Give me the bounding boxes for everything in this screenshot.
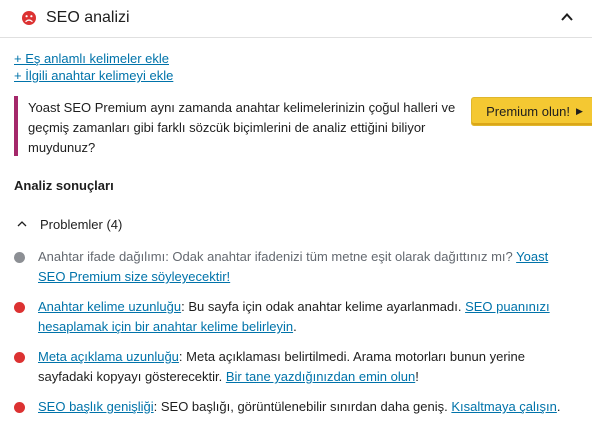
chevron-up-icon[interactable]	[560, 10, 574, 24]
status-dot	[14, 402, 25, 413]
result-link[interactable]: Kısaltmaya çalışın	[451, 399, 557, 414]
problems-label: Problemler (4)	[40, 216, 123, 232]
status-dot	[14, 302, 25, 313]
result-link[interactable]: Bir tane yazdığınızdan emin olun	[226, 369, 415, 384]
chevron-up-icon	[17, 221, 27, 227]
result-text: : SEO başlığı, görüntülenebilir sınırdan…	[153, 399, 452, 414]
result-item: Anahtar kelime uzunluğu: Bu sayfa için o…	[14, 297, 574, 337]
analysis-results-title: Analiz sonuçları	[14, 178, 114, 193]
get-premium-button[interactable]: Premium olun! ▶	[471, 97, 592, 126]
status-dot	[14, 352, 25, 363]
result-text: : Bu sayfa için odak anahtar kelime ayar…	[181, 299, 466, 314]
caret-right-icon: ▶	[575, 106, 583, 116]
panel-header[interactable]: SEO analizi	[0, 0, 592, 38]
status-dot	[14, 252, 25, 263]
keyword-links: + Eş anlamlı kelimeler ekle + İlgili ana…	[14, 50, 173, 84]
seo-analysis-panel: SEO analizi + Eş anlamlı kelimeler ekle …	[0, 0, 592, 420]
upsell-text: Yoast SEO Premium aynı zamanda anahtar k…	[28, 100, 456, 155]
result-title-link[interactable]: Anahtar kelime uzunluğu	[38, 299, 181, 314]
result-text-end: .	[293, 319, 297, 334]
sad-face-icon	[22, 11, 36, 25]
problems-toggle[interactable]: Problemler (4)	[14, 215, 122, 233]
result-item: Anahtar ifade dağılımı: Odak anahtar ifa…	[14, 247, 574, 287]
result-item: Meta açıklama uzunluğu: Meta açıklaması …	[14, 347, 574, 387]
panel-title: SEO analizi	[46, 9, 130, 26]
result-title-link[interactable]: SEO başlık genişliği	[38, 399, 154, 414]
result-text-end: !	[415, 369, 419, 384]
add-related-keyphrase-link[interactable]: + İlgili anahtar kelimeyi ekle	[14, 67, 173, 84]
result-item: SEO başlık genişliği: SEO başlığı, görün…	[14, 397, 574, 417]
add-synonyms-link[interactable]: + Eş anlamlı kelimeler ekle	[14, 50, 173, 67]
result-title-link[interactable]: Meta açıklama uzunluğu	[38, 349, 179, 364]
premium-upsell: Yoast SEO Premium aynı zamanda anahtar k…	[14, 96, 592, 156]
result-text-end: .	[556, 399, 561, 414]
result-text: Anahtar ifade dağılımı: Odak anahtar ifa…	[38, 249, 517, 264]
get-premium-button-label: Premium olun!	[486, 104, 570, 119]
results-list: Anahtar ifade dağılımı: Odak anahtar ifa…	[14, 247, 574, 427]
